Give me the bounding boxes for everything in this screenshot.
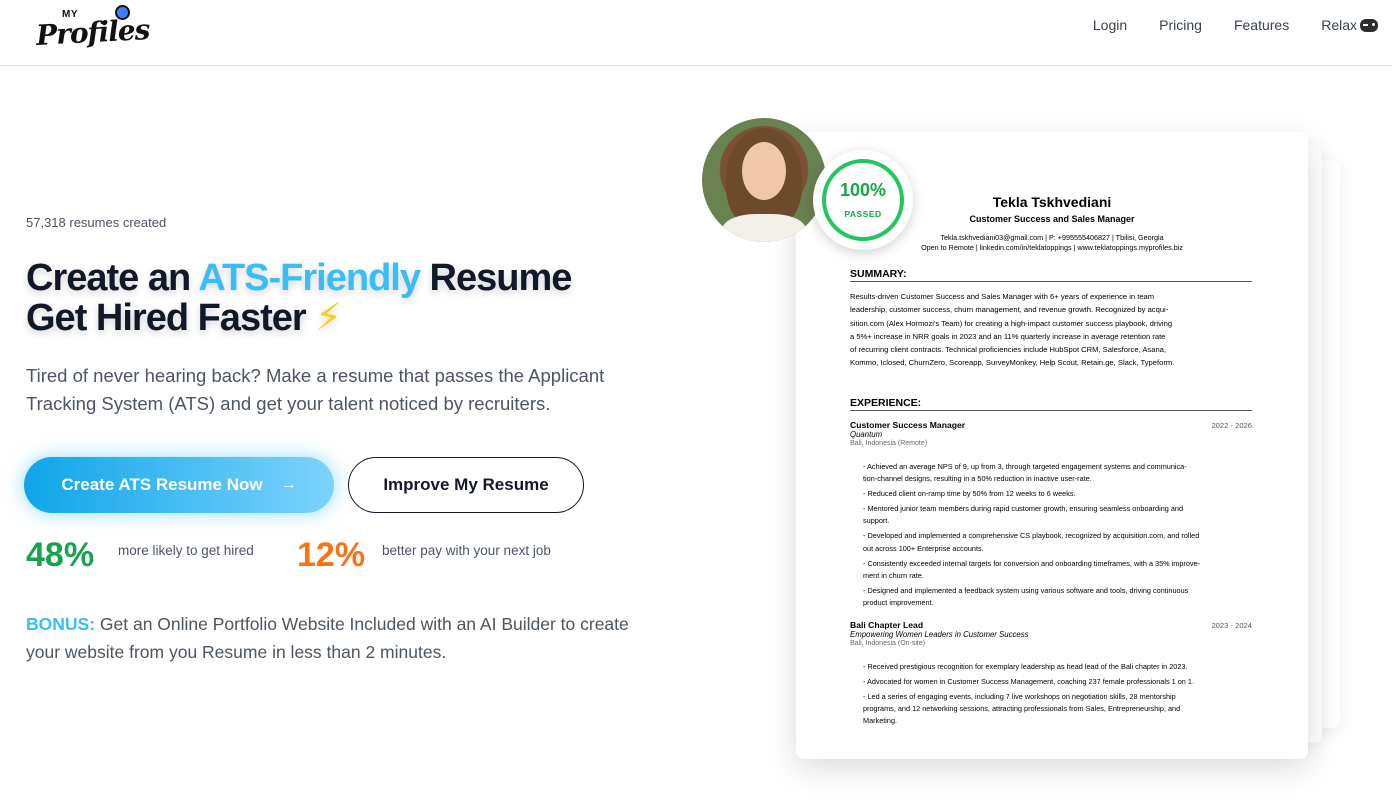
- headline-part-1: Create an: [26, 257, 199, 299]
- job-bullet: - Designed and implemented a feedback sy…: [863, 585, 1189, 608]
- resume-experience-title: EXPERIENCE:: [850, 397, 1252, 411]
- bonus-text: BONUS: Get an Online Portfolio Website I…: [26, 610, 666, 666]
- nav-features[interactable]: Features: [1234, 17, 1289, 33]
- job-bullet: - Led a series of engaging events, inclu…: [863, 692, 1181, 726]
- stat-pay-text: better pay with your next job: [382, 543, 551, 558]
- job-bullet: - Received prestigious recognition for e…: [863, 662, 1188, 671]
- gamepad-icon: [1360, 19, 1378, 32]
- score-label: PASSED: [844, 209, 882, 219]
- job-company: Empowering Women Leaders in Customer Suc…: [850, 630, 1029, 639]
- headline-accent: ATS-Friendly: [198, 257, 421, 299]
- nav-relax[interactable]: Relax: [1321, 17, 1378, 33]
- resume-job-2: Bali Chapter Lead 2023 - 2024 Empowering…: [850, 620, 1252, 647]
- nav-relax-label: Relax: [1321, 17, 1357, 33]
- site-header: MY Profiles Login Pricing Features Relax: [0, 0, 1392, 66]
- job-bullet: - Achieved an average NPS of 9, up from …: [863, 462, 1187, 484]
- resumes-counter: 57,318 resumes created: [26, 215, 167, 230]
- job-title: Customer Success Manager: [850, 420, 966, 430]
- myprofiles-logo[interactable]: MY Profiles: [34, 4, 150, 52]
- job-bullet: - Reduced client on-ramp time by 50% fro…: [863, 489, 1076, 499]
- resume-job-2-bullets: - Received prestigious recognition for e…: [863, 661, 1255, 730]
- headline-part-2: Resume: [419, 257, 573, 299]
- job-bullet: - Consistently exceeded internal targets…: [863, 558, 1201, 580]
- profile-avatar: [702, 118, 826, 242]
- summary-line: Kommo, Iclosed, ChurnZero, Scoreapp, Sur…: [850, 358, 1175, 368]
- resume-summary: Results-driven Customer Success and Sale…: [850, 290, 1252, 370]
- headline-line-2: Get Hired Faster: [26, 297, 307, 339]
- job-title: Bali Chapter Lead: [850, 620, 924, 630]
- ats-score-badge: 100% PASSED: [813, 150, 913, 250]
- stat-hired-value: 48%: [26, 536, 95, 574]
- score-percent: 100%: [839, 180, 887, 200]
- lightning-icon: ⚡: [315, 297, 342, 339]
- avatar-shirt: [722, 214, 806, 242]
- summary-line: Results-driven Customer Success and Sale…: [850, 292, 1155, 301]
- nav-pricing[interactable]: Pricing: [1159, 17, 1202, 33]
- arrow-right-icon: →: [280, 476, 297, 493]
- job-company: Quantum: [850, 430, 883, 439]
- job-bullet: - Developed and implemented a comprehens…: [863, 531, 1200, 553]
- job-bullet: - Mentored junior team members during ra…: [863, 504, 1184, 526]
- top-nav: Login Pricing Features Relax: [1093, 17, 1378, 33]
- bonus-label: BONUS:: [26, 614, 96, 634]
- job-location: Bali, Indonesia (On-site): [850, 640, 926, 647]
- summary-line: leadership, customer success, churn mana…: [850, 305, 1169, 315]
- job-dates: 2023 - 2024: [1211, 621, 1252, 630]
- hero-subtitle: Tired of never hearing back? Make a resu…: [26, 365, 605, 414]
- stat-hired-text: more likely to get hired: [118, 543, 254, 558]
- logo-mascot-icon: [115, 5, 130, 20]
- nav-login[interactable]: Login: [1093, 17, 1127, 33]
- summary-line: of recurring client contracts. Technical…: [850, 345, 1166, 355]
- summary-line: a 5%+ increase in NRR goals in 2023 and …: [850, 331, 1166, 341]
- stat-pay-value: 12%: [297, 536, 366, 574]
- avatar-face: [742, 142, 786, 200]
- job-dates: 2022 - 2026: [1211, 421, 1252, 430]
- create-ats-resume-label: Create ATS Resume Now: [61, 475, 263, 494]
- hero-headline: Create an ATS-Friendly Resume Get Hired …: [26, 258, 666, 338]
- resume-summary-title: SUMMARY:: [850, 268, 1252, 282]
- logo-text: Profiles: [35, 13, 151, 52]
- resume-job-1: Customer Success Manager 2022 - 2026 Qua…: [850, 420, 1252, 447]
- job-bullet: - Advocated for women in Customer Succes…: [863, 677, 1194, 686]
- job-location: Bali, Indonesia (Remote): [850, 440, 928, 447]
- resume-job-1-bullets: - Achieved an average NPS of 9, up from …: [863, 461, 1255, 612]
- create-ats-resume-button[interactable]: Create ATS Resume Now →: [24, 457, 334, 513]
- summary-line: sition.com (Alex Hormozi's Team) for cre…: [850, 318, 1173, 328]
- improve-resume-button[interactable]: Improve My Resume: [348, 457, 584, 513]
- bonus-body: Get an Online Portfolio Website Included…: [26, 614, 629, 662]
